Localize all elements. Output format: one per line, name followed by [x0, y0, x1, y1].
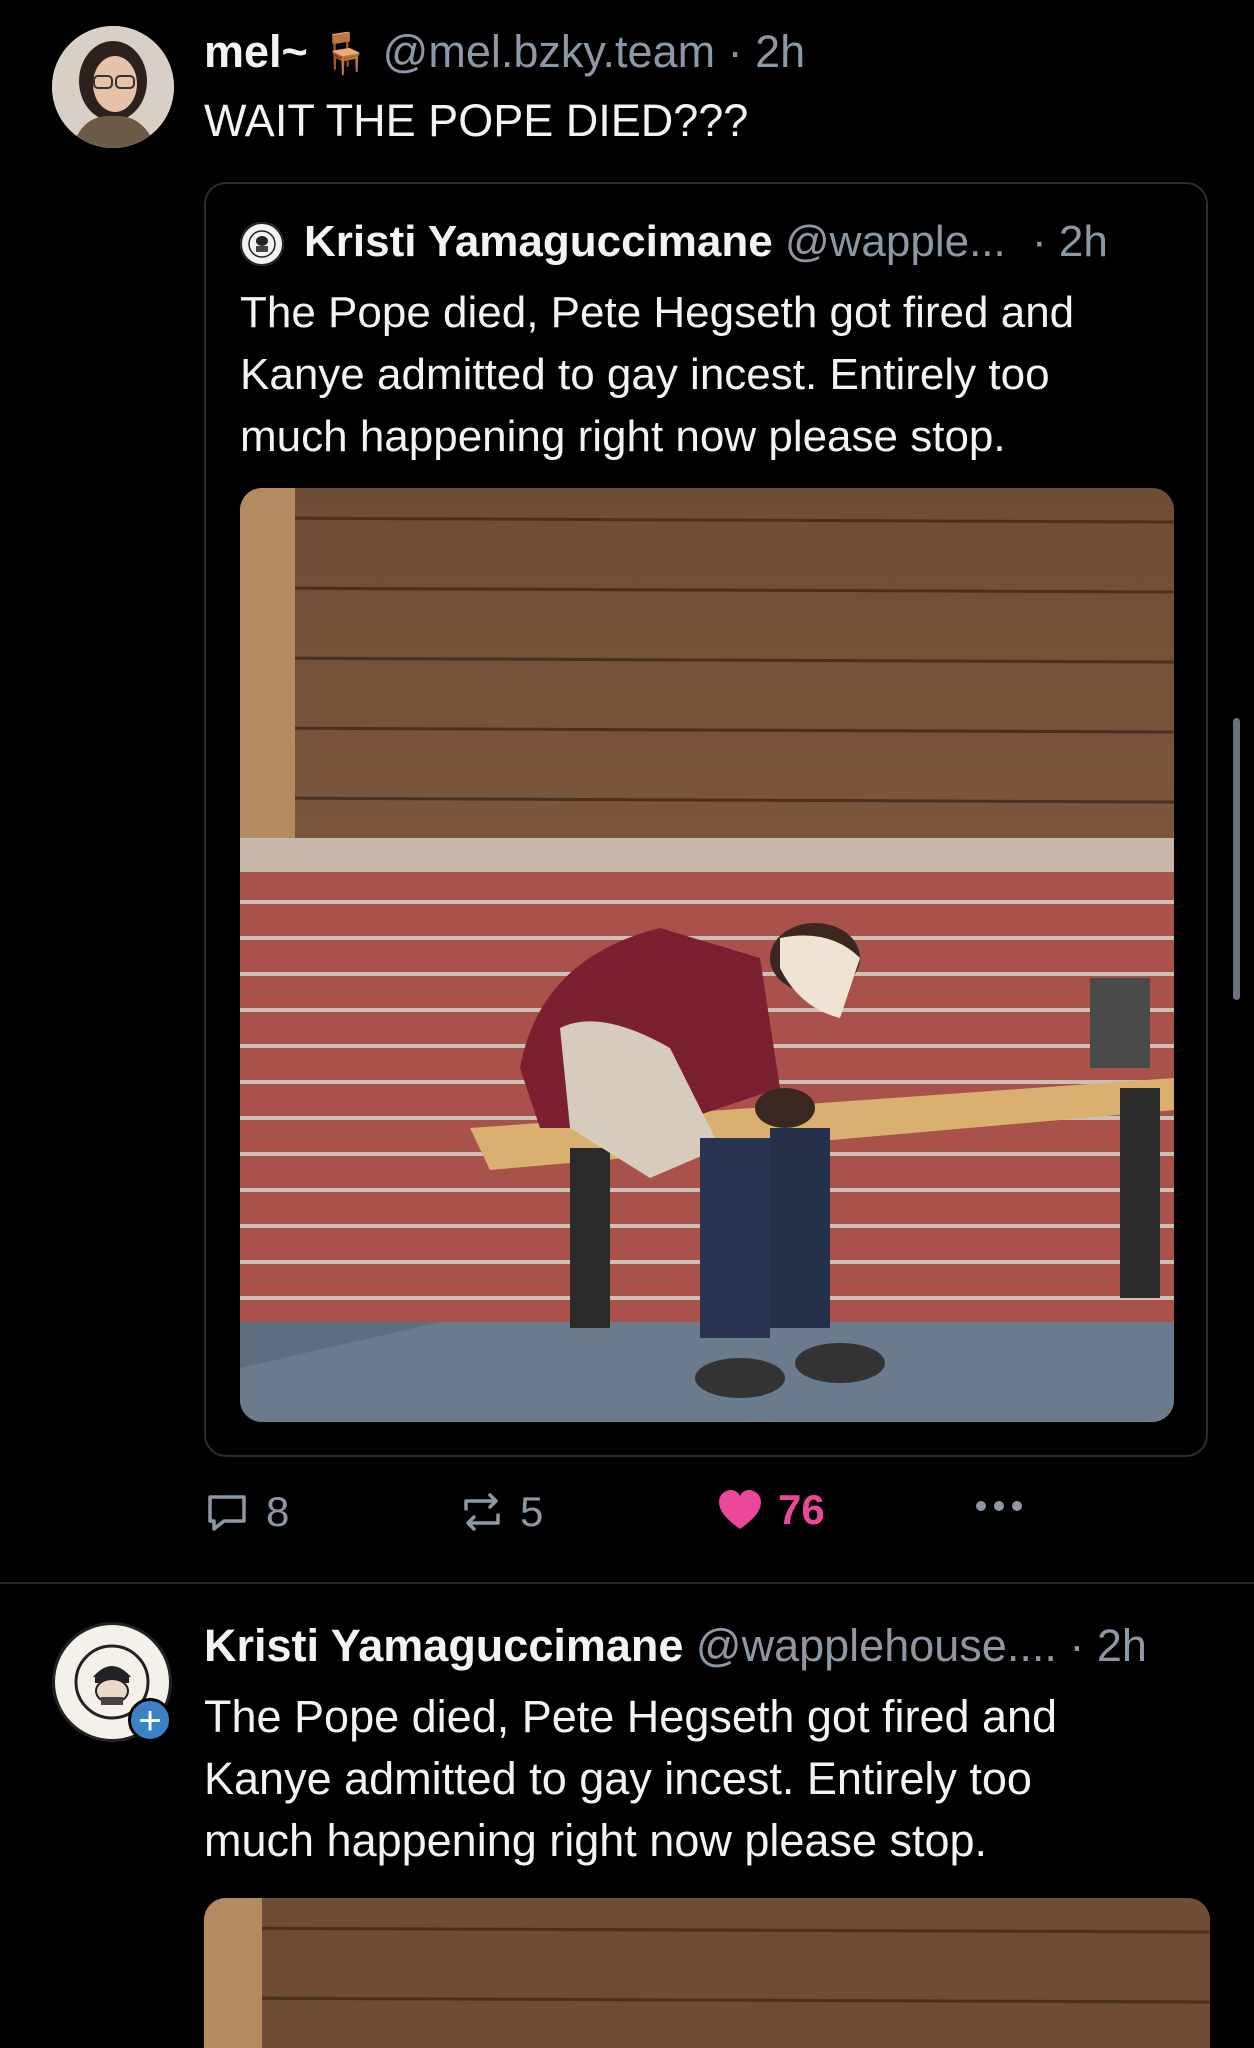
author-handle[interactable]: @wapplehouse.... — [696, 1620, 1057, 1671]
quote-header: Kristi Yamaguccimane @wapple... · 2h — [304, 216, 1108, 268]
author-name[interactable]: Kristi Yamaguccimane — [204, 1620, 683, 1671]
reply-icon — [204, 1489, 250, 1535]
post-text-line: much happening right now please stop. — [204, 1815, 988, 1866]
repost-count: 5 — [520, 1488, 544, 1535]
follow-button[interactable]: + — [128, 1698, 172, 1742]
reply-button[interactable]: 8 — [204, 1488, 289, 1536]
like-button[interactable]: 76 — [716, 1486, 825, 1534]
post-text: WAIT THE POPE DIED??? — [204, 95, 749, 146]
quote-author-handle[interactable]: @wapple... — [785, 217, 1006, 266]
chair-emoji: 🪑 — [320, 32, 371, 76]
repost-icon — [458, 1489, 506, 1535]
post-header: Kristi Yamaguccimane @wapplehouse.... · … — [204, 1620, 1147, 1672]
ellipsis-icon — [974, 1496, 1024, 1516]
reply-count: 8 — [266, 1488, 290, 1535]
post-divider — [0, 1582, 1254, 1584]
like-count: 76 — [778, 1486, 825, 1533]
post-header: mel~ 🪑 @mel.bzky.team · 2h — [204, 26, 805, 80]
quote-text-line: The Pope died, Pete Hegseth got fired an… — [240, 288, 1075, 337]
quote-avatar[interactable] — [240, 222, 284, 266]
author-handle[interactable]: @mel.bzky.team — [383, 26, 715, 77]
quote-time: · 2h — [1032, 217, 1108, 266]
scrollbar[interactable] — [1233, 718, 1240, 1000]
quote-text-line: much happening right now please stop. — [240, 412, 1006, 461]
post-time: · 2h — [727, 26, 806, 77]
post-image[interactable] — [240, 488, 1174, 1422]
post-text-line: Kanye admitted to gay incest. Entirely t… — [204, 1753, 1032, 1804]
author-name[interactable]: mel~ — [204, 26, 308, 77]
more-options-button[interactable] — [974, 1496, 1024, 1516]
avatar[interactable] — [52, 26, 174, 148]
heart-icon — [716, 1487, 764, 1533]
post-image[interactable] — [204, 1898, 1210, 2048]
post-time: · 2h — [1069, 1620, 1147, 1671]
plus-icon: + — [138, 1699, 162, 1743]
quote-author-name[interactable]: Kristi Yamaguccimane — [304, 217, 773, 266]
repost-button[interactable]: 5 — [458, 1488, 543, 1536]
post-text-line: The Pope died, Pete Hegseth got fired an… — [204, 1691, 1058, 1742]
quote-text-line: Kanye admitted to gay incest. Entirely t… — [240, 350, 1050, 399]
